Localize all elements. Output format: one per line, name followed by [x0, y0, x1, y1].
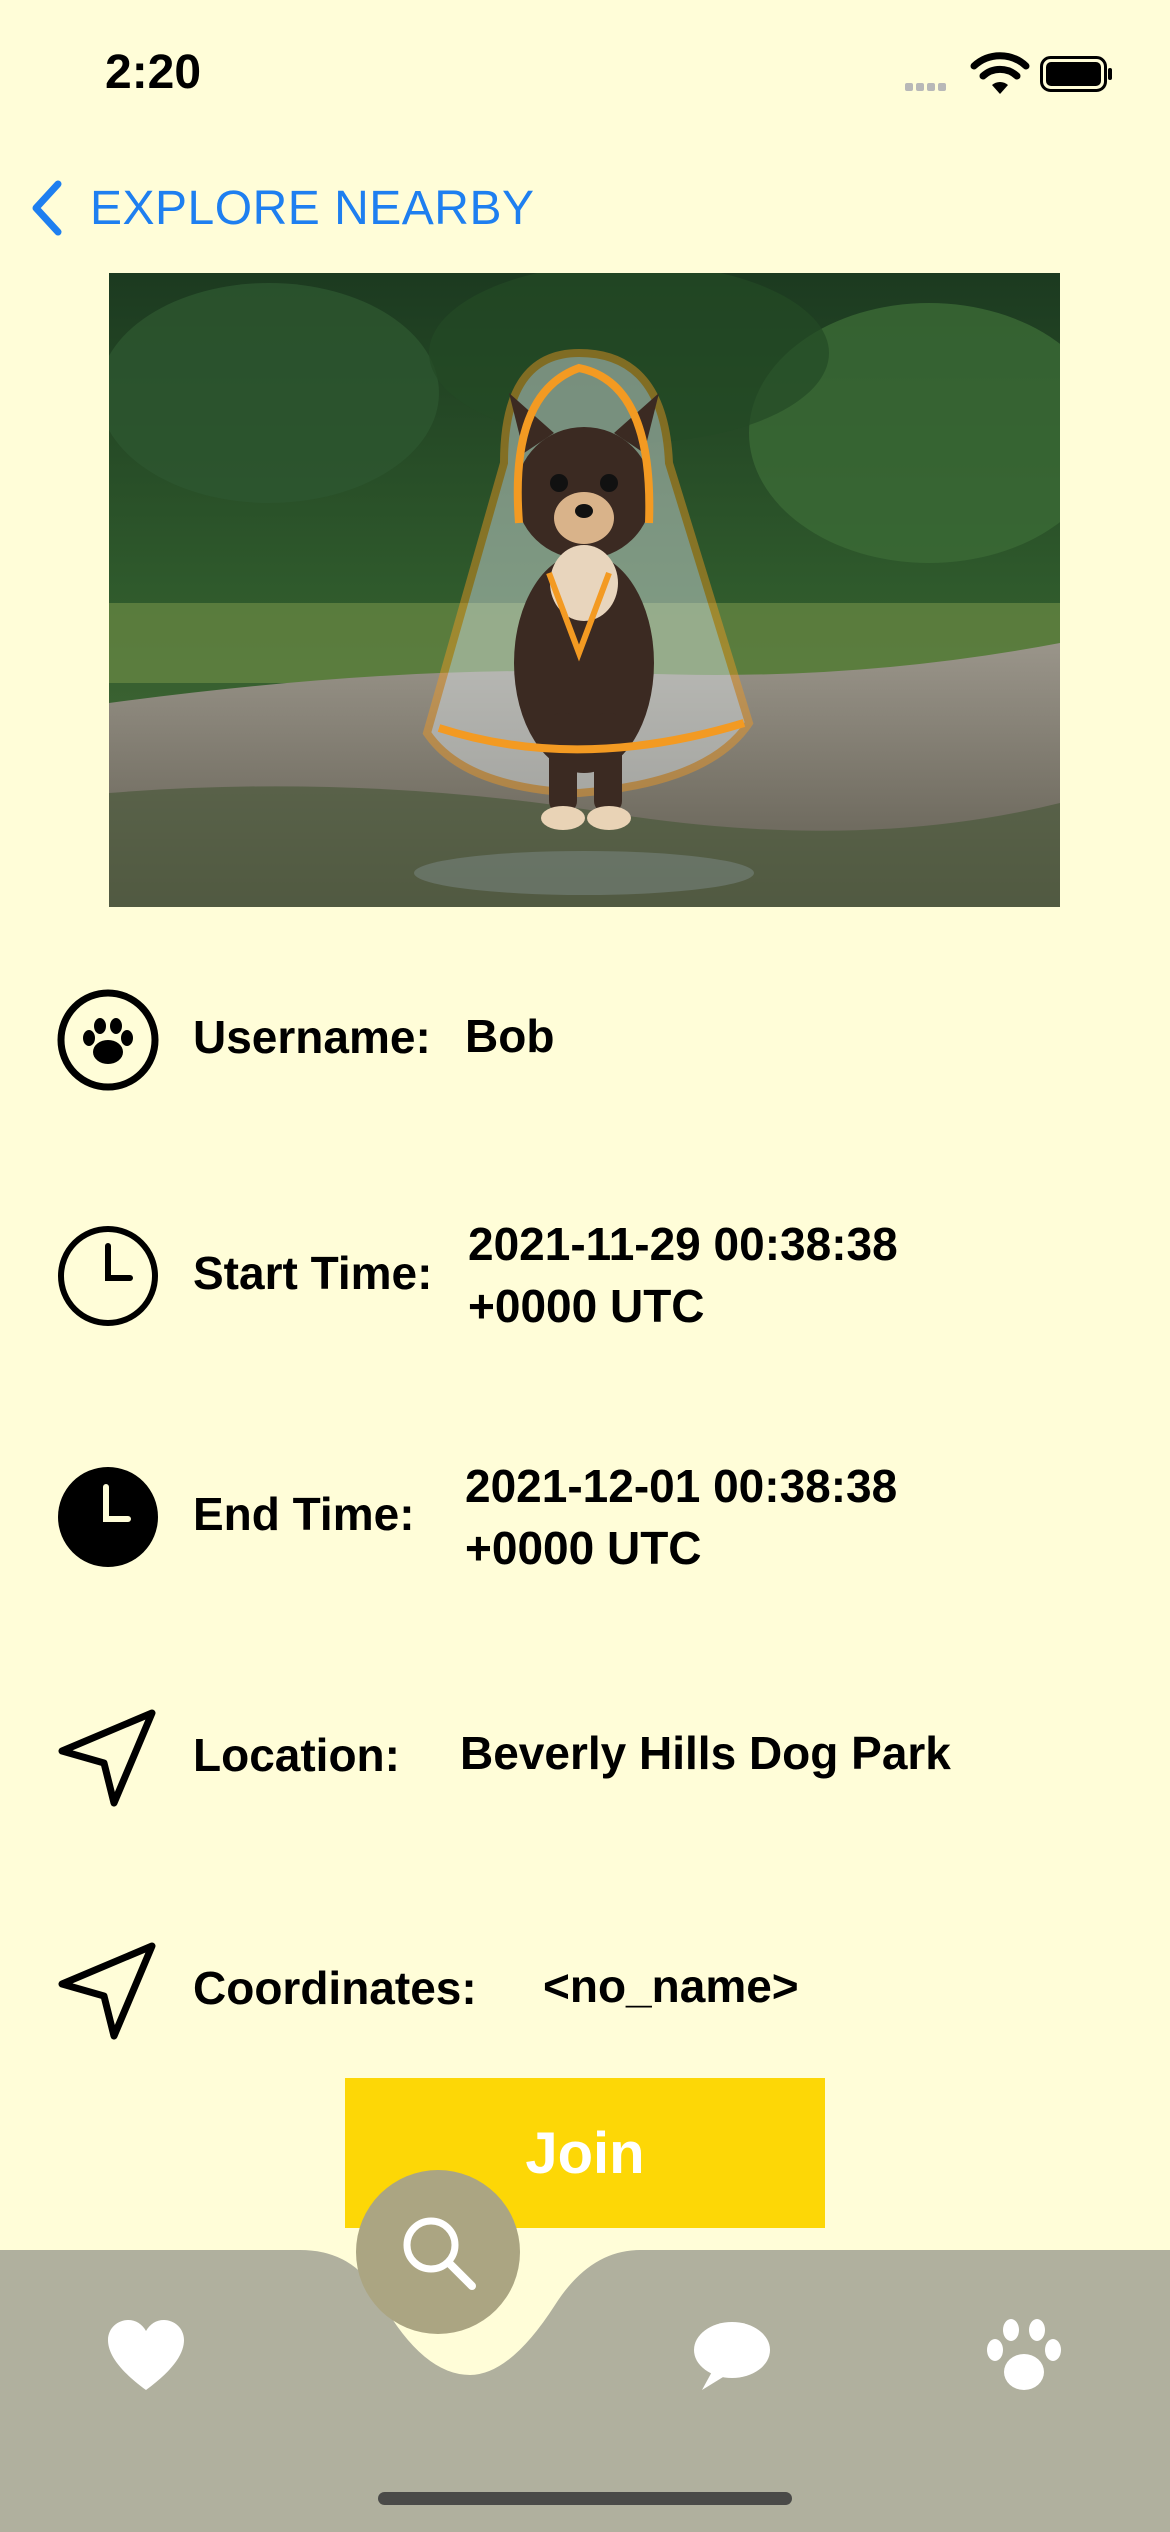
paw-icon[interactable] [985, 2318, 1063, 2394]
back-button-label: EXPLORE NEARBY [90, 181, 535, 235]
coordinates-row: Coordinates: <no_name> [0, 1933, 1170, 2043]
end-time-label: End Time: [193, 1488, 415, 1540]
location-label: Location: [193, 1729, 400, 1781]
status-bar: 2:20 [0, 0, 1170, 150]
wifi-icon [970, 52, 1030, 94]
start-time-value-line1: 2021-11-29 00:38:38 [468, 1218, 898, 1270]
back-button[interactable]: EXPLORE NEARBY [26, 176, 534, 240]
location-arrow-icon [58, 1709, 156, 1807]
heart-icon[interactable] [106, 2318, 186, 2392]
status-time: 2:20 [105, 46, 202, 99]
coordinates-value: <no_name> [543, 1960, 799, 2012]
chat-bubble-icon[interactable] [692, 2320, 772, 2392]
end-time-row: End Time: 2021-12-01 00:38:38 +0000 UTC [0, 1460, 1170, 1574]
search-button[interactable] [356, 2170, 520, 2334]
username-row: Username: Bob [0, 985, 1170, 1095]
home-indicator[interactable] [378, 2492, 792, 2505]
coordinates-label: Coordinates: [193, 1962, 477, 2014]
battery-icon [1040, 56, 1112, 92]
username-value: Bob [465, 1010, 555, 1062]
paw-circle-icon [57, 989, 159, 1091]
location-row: Location: Beverly Hills Dog Park [0, 1700, 1170, 1810]
end-time-value-line2: +0000 UTC [465, 1522, 702, 1574]
chevron-left-icon [32, 180, 62, 236]
start-time-value-line2: +0000 UTC [468, 1280, 705, 1332]
username-label: Username: [193, 1011, 431, 1063]
search-icon [403, 2217, 476, 2290]
location-value: Beverly Hills Dog Park [460, 1727, 951, 1779]
start-time-row: Start Time: 2021-11-29 00:38:38 +0000 UT… [0, 1218, 1170, 1332]
clock-filled-icon [58, 1467, 158, 1567]
start-time-label: Start Time: [193, 1247, 433, 1299]
location-arrow-icon [58, 1942, 156, 2040]
end-time-value-line1: 2021-12-01 00:38:38 [465, 1460, 898, 1512]
start-time-value: 2021-11-29 00:38:38 +0000 UTC [468, 1213, 898, 1337]
cellular-signal-icon [905, 78, 949, 96]
dog-photo [109, 273, 1060, 907]
clock-outline-icon [58, 1226, 158, 1326]
end-time-value: 2021-12-01 00:38:38 +0000 UTC [465, 1455, 897, 1579]
